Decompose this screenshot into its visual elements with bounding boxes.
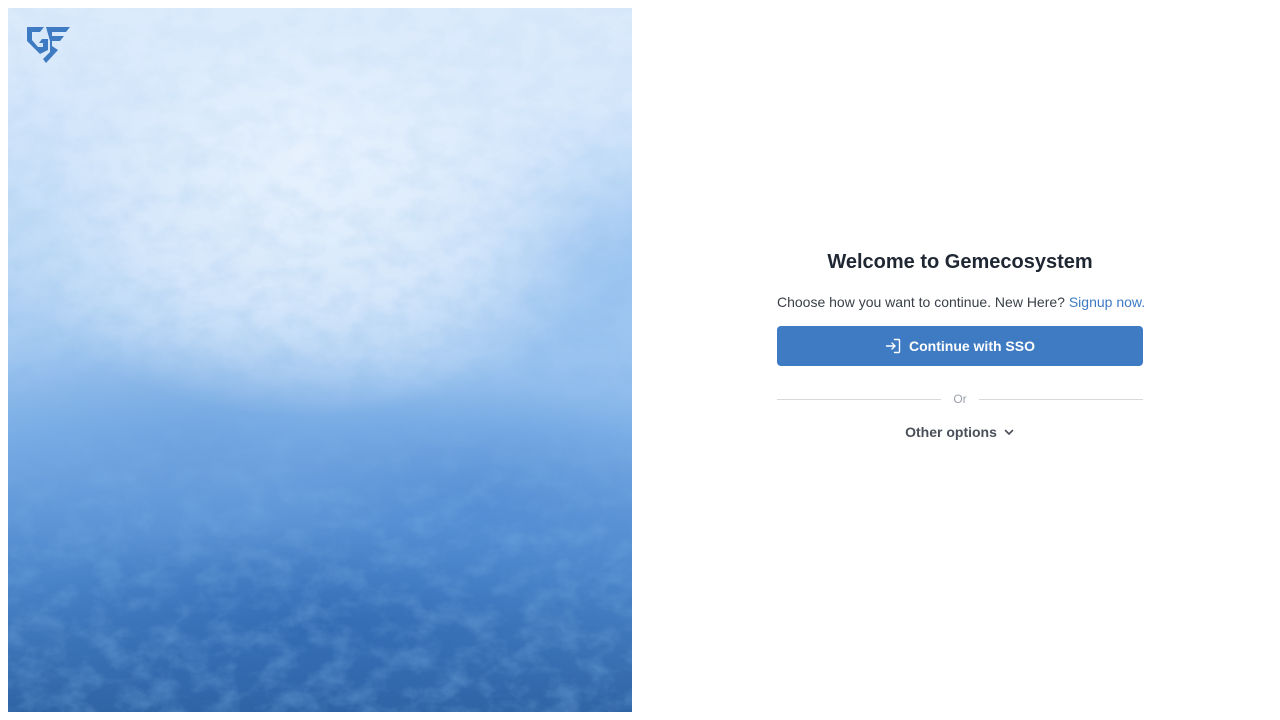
watercolor-texture bbox=[8, 8, 632, 712]
page-title: Welcome to Gemecosystem bbox=[827, 251, 1093, 273]
subtitle: Choose how you want to continue. New Her… bbox=[777, 292, 1145, 312]
divider-line-left bbox=[777, 398, 942, 400]
divider-line-right bbox=[978, 398, 1143, 400]
login-page: Welcome to Gemecosystem Choose how you w… bbox=[0, 0, 1280, 720]
continue-with-sso-button[interactable]: Continue with SSO bbox=[777, 326, 1143, 366]
other-options-toggle[interactable]: Other options bbox=[777, 424, 1143, 440]
other-options-label: Other options bbox=[905, 424, 997, 440]
signup-link[interactable]: Signup now. bbox=[1069, 294, 1145, 310]
hero-image-panel bbox=[8, 8, 632, 712]
subtitle-text: Choose how you want to continue. New Her… bbox=[777, 294, 1065, 310]
chevron-down-icon bbox=[1004, 429, 1014, 435]
divider-text: Or bbox=[953, 392, 967, 406]
sign-in-icon bbox=[885, 338, 901, 354]
sso-button-label: Continue with SSO bbox=[909, 338, 1035, 354]
brand-logo-icon[interactable] bbox=[24, 24, 72, 64]
or-divider: Or bbox=[777, 391, 1143, 407]
login-form: Welcome to Gemecosystem Choose how you w… bbox=[777, 248, 1145, 440]
